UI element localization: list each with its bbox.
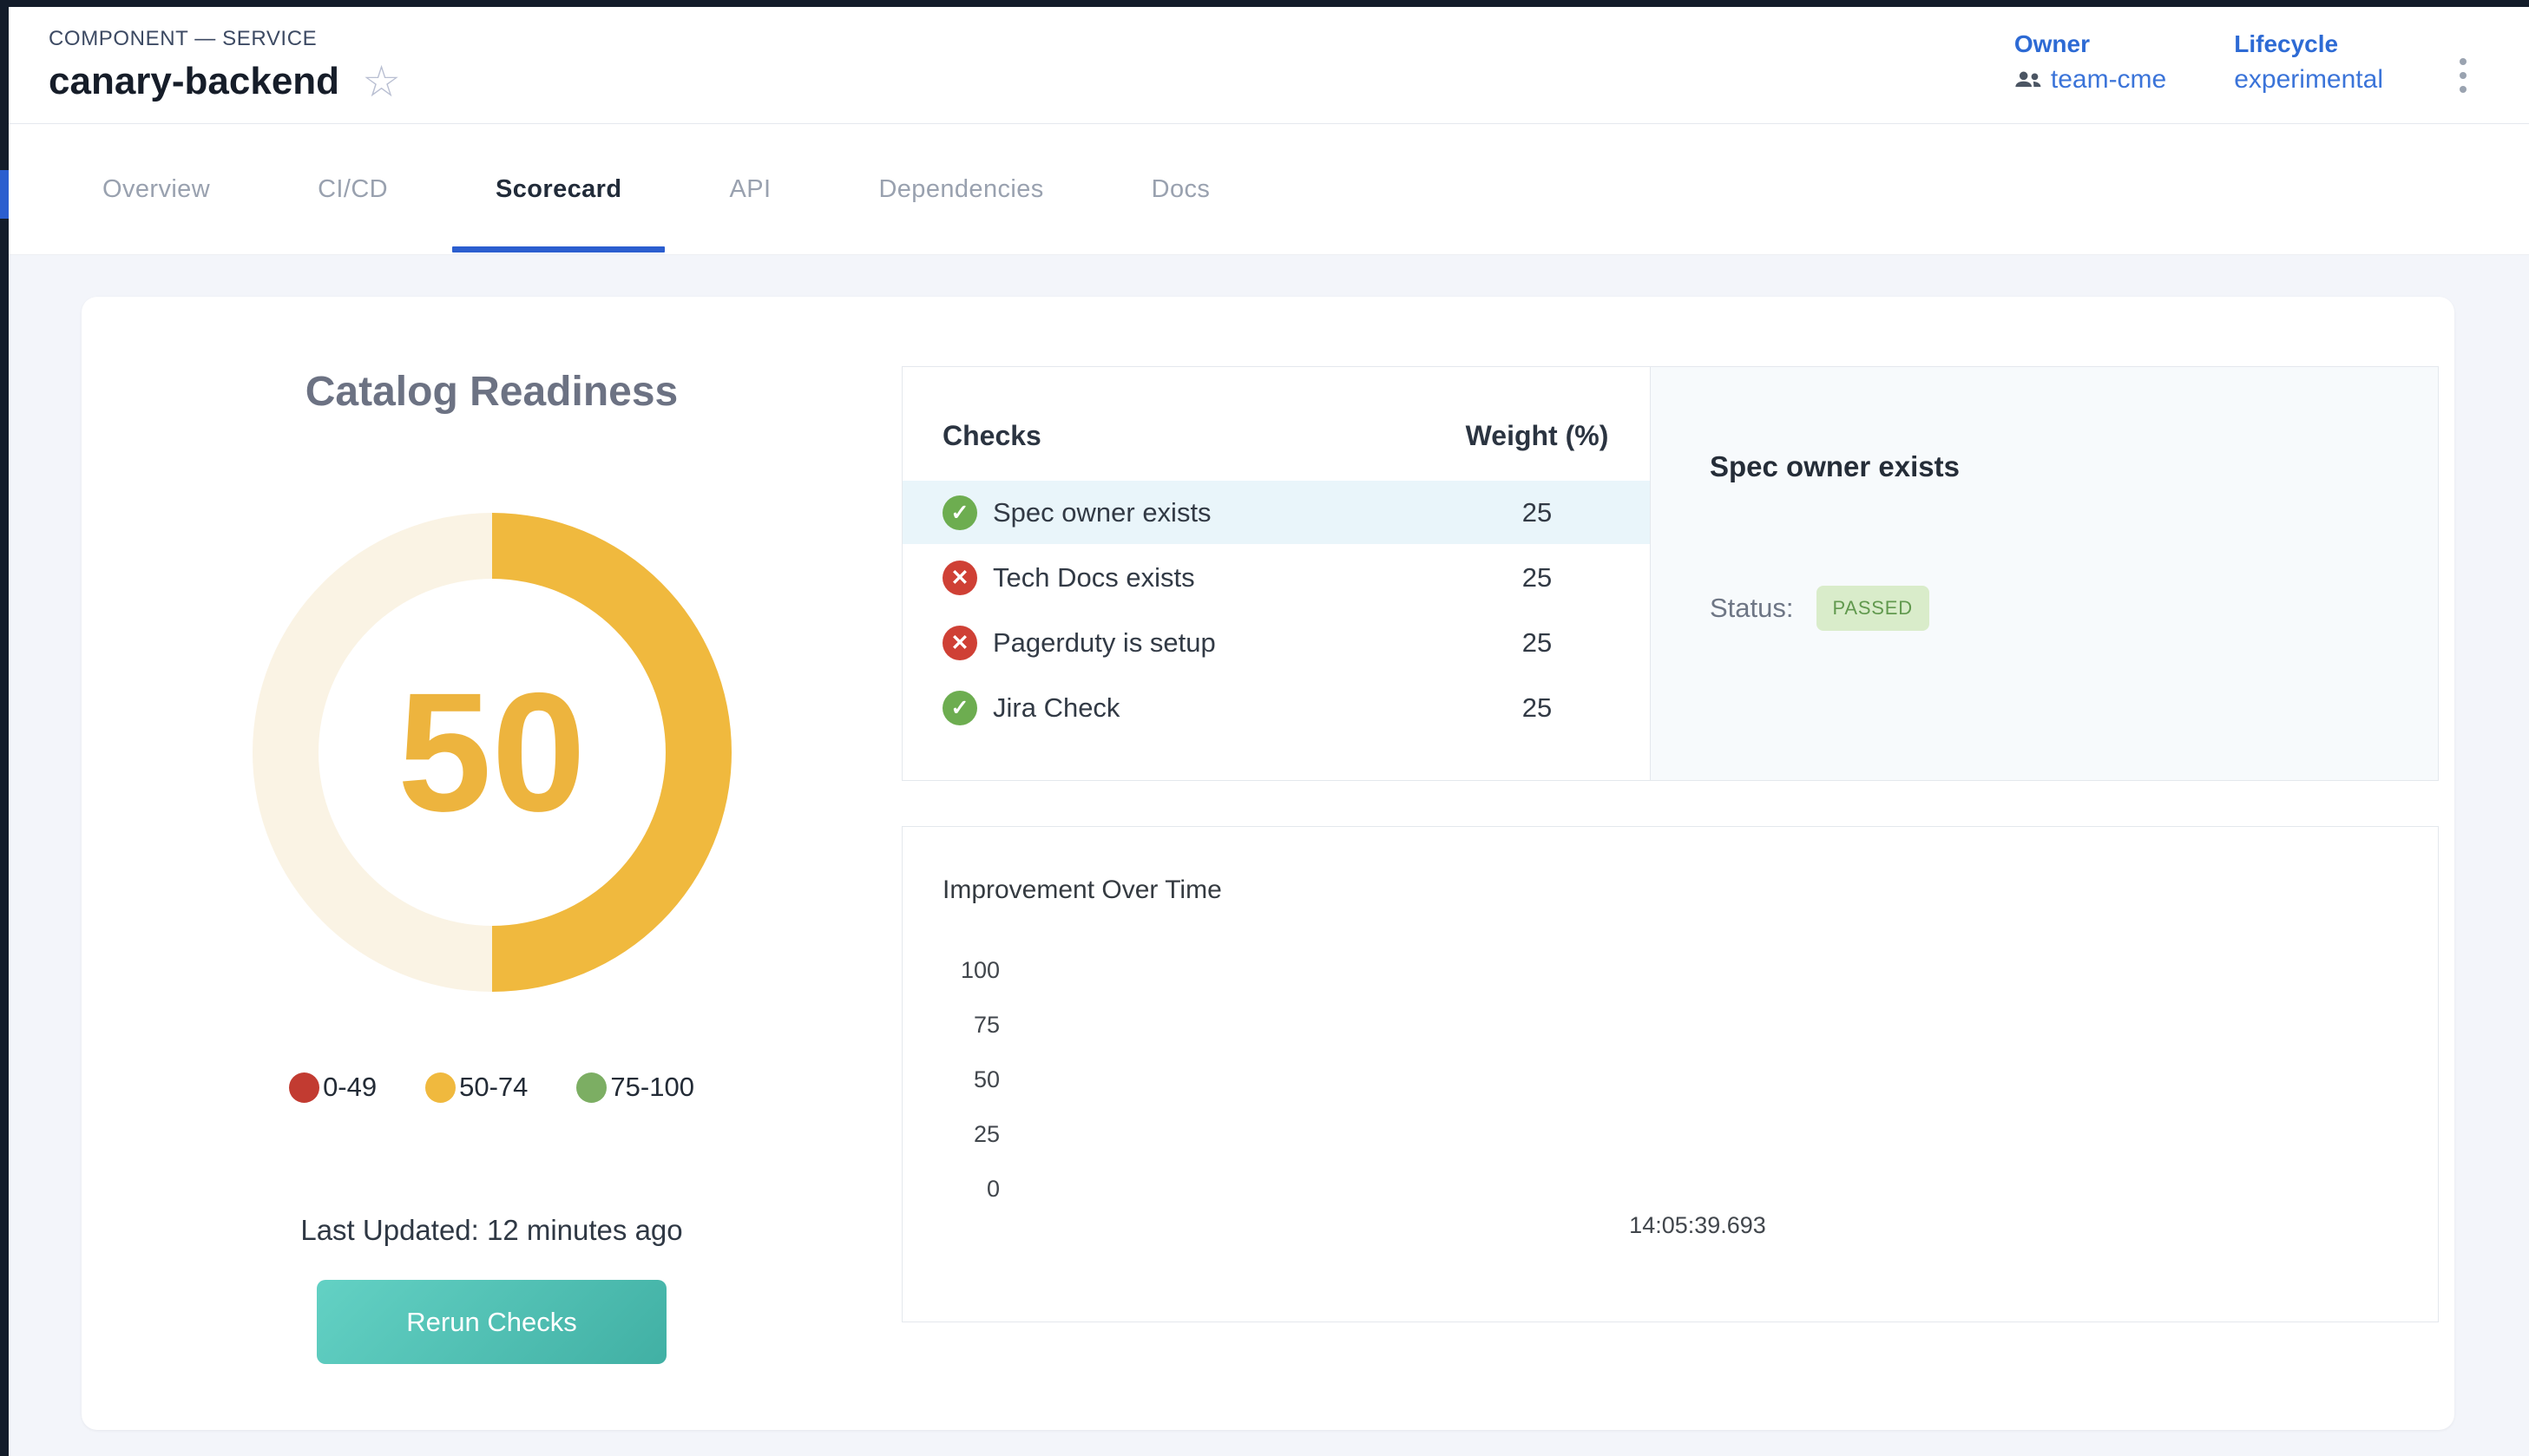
tab-overview[interactable]: Overview [49, 124, 264, 254]
tab-ci-cd[interactable]: CI/CD [264, 124, 442, 254]
check-failed-icon: ✕ [943, 561, 977, 595]
checks-table: Checks Weight (%) ✓ Spec owner exists 25 [903, 367, 1651, 780]
legend-item-high: 75-100 [576, 1072, 694, 1103]
gauge-section: Catalog Readiness 50 0-49 50-74 [82, 297, 902, 1430]
legend-dot-green [576, 1072, 607, 1103]
active-tab-indicator [452, 246, 665, 253]
weight-column-header: Weight (%) [1459, 420, 1615, 452]
owner-value[interactable]: team-cme [2051, 65, 2166, 95]
owner-link[interactable]: team-cme [2014, 65, 2166, 95]
check-weight: 25 [1459, 692, 1615, 724]
entity-header: COMPONENT — SERVICE canary-backend ☆ Own… [9, 7, 2529, 124]
people-icon [2014, 71, 2042, 89]
check-failed-icon: ✕ [943, 626, 977, 660]
check-name: Jira Check [993, 692, 1120, 724]
check-row-pagerduty[interactable]: ✕ Pagerduty is setup 25 [903, 611, 1650, 674]
owner-block: Owner team-cme [2014, 30, 2166, 95]
status-badge: PASSED [1816, 586, 1929, 631]
breadcrumb: COMPONENT — SERVICE [49, 27, 401, 51]
tab-api[interactable]: API [675, 124, 824, 254]
score-gauge: 50 [253, 513, 732, 992]
scorecard-title: Catalog Readiness [305, 368, 678, 416]
owner-label: Owner [2014, 30, 2166, 58]
rerun-checks-button[interactable]: Rerun Checks [317, 1280, 667, 1364]
y-tick: 0 [943, 1162, 1000, 1217]
lifecycle-label: Lifecycle [2234, 30, 2383, 58]
checks-column-header: Checks [943, 420, 1041, 452]
legend-dot-red [289, 1072, 319, 1103]
kebab-menu-icon[interactable] [2451, 46, 2475, 105]
check-detail-panel: Spec owner exists Status: PASSED [1651, 367, 2438, 780]
check-passed-icon: ✓ [943, 691, 977, 725]
score-legend: 0-49 50-74 75-100 [289, 1072, 694, 1103]
chart-title: Improvement Over Time [943, 876, 1222, 905]
check-weight: 25 [1459, 562, 1615, 594]
check-weight: 25 [1459, 627, 1615, 659]
y-tick: 50 [943, 1053, 1000, 1107]
legend-item-low: 0-49 [289, 1072, 377, 1103]
check-name: Pagerduty is setup [993, 627, 1216, 659]
check-row-spec-owner[interactable]: ✓ Spec owner exists 25 [903, 481, 1650, 544]
top-frame-edge [0, 0, 2529, 7]
lifecycle-block: Lifecycle experimental [2234, 30, 2383, 95]
tab-scorecard[interactable]: Scorecard [442, 124, 675, 254]
check-name: Spec owner exists [993, 497, 1212, 528]
checks-container: Checks Weight (%) ✓ Spec owner exists 25 [902, 366, 2439, 781]
legend-item-mid: 50-74 [425, 1072, 528, 1103]
y-tick: 100 [943, 943, 1000, 998]
improvement-chart-card: Improvement Over Time 100 75 50 25 0 14:… [902, 826, 2439, 1322]
sidebar-active-indicator [0, 170, 9, 219]
last-updated-text: Last Updated: 12 minutes ago [300, 1214, 682, 1247]
check-name: Tech Docs exists [993, 562, 1195, 594]
checks-section: Checks Weight (%) ✓ Spec owner exists 25 [902, 366, 2439, 1322]
legend-dot-amber [425, 1072, 456, 1103]
tab-bar: Overview CI/CD Scorecard API Dependencie… [9, 124, 2529, 255]
check-passed-icon: ✓ [943, 495, 977, 530]
status-label: Status: [1710, 593, 1794, 624]
checks-table-header: Checks Weight (%) [903, 367, 1650, 479]
page-title: canary-backend [49, 60, 339, 103]
scorecard-page: COMPONENT — SERVICE canary-backend ☆ Own… [0, 0, 2529, 1456]
tab-dependencies[interactable]: Dependencies [824, 124, 1097, 254]
y-tick: 75 [943, 998, 1000, 1053]
tab-docs[interactable]: Docs [1098, 124, 1264, 254]
check-row-tech-docs[interactable]: ✕ Tech Docs exists 25 [903, 546, 1650, 609]
score-value: 50 [253, 513, 732, 992]
chart-y-axis: 100 75 50 25 0 [943, 943, 1000, 1217]
y-tick: 25 [943, 1107, 1000, 1162]
check-weight: 25 [1459, 497, 1615, 528]
x-tick: 14:05:39.693 [1629, 1212, 1766, 1239]
scorecard-card: Catalog Readiness 50 0-49 50-74 [82, 297, 2454, 1430]
favorite-star-icon[interactable]: ☆ [362, 60, 401, 103]
check-detail-title: Spec owner exists [1710, 450, 2438, 483]
check-row-jira[interactable]: ✓ Jira Check 25 [903, 676, 1650, 739]
lifecycle-value: experimental [2234, 65, 2383, 95]
collapsed-sidebar-edge [0, 0, 9, 1456]
